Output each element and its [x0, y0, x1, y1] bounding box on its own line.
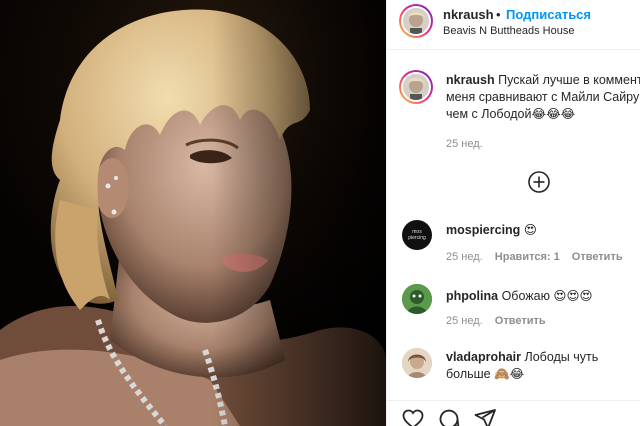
- avatar-image: [403, 74, 429, 100]
- avatar-image: [402, 348, 432, 378]
- comment-time[interactable]: 25 нед.: [446, 251, 483, 263]
- comment-body: vladaprohair Лободы чуть: [446, 349, 598, 366]
- author-avatar[interactable]: [399, 4, 433, 38]
- commenter-avatar[interactable]: [402, 348, 432, 378]
- comment-time[interactable]: 25 нед.: [446, 315, 483, 327]
- post-header: nkraush • Подписаться Beavis N Buttheads…: [387, 0, 640, 50]
- comment-body: mospiercing 😍: [446, 222, 537, 239]
- comment-username[interactable]: mospiercing: [446, 223, 520, 237]
- plus-circle-icon[interactable]: [527, 170, 551, 194]
- caption-timestamp[interactable]: 25 нед.: [446, 138, 483, 150]
- comment-username[interactable]: phpolina: [446, 289, 498, 303]
- comment-body: phpolina Обожаю 😍😍😍: [446, 288, 593, 305]
- heart-icon[interactable]: [401, 407, 425, 426]
- post-action-bar: [387, 400, 640, 426]
- post-photo[interactable]: [0, 0, 386, 426]
- paper-plane-icon[interactable]: [473, 407, 497, 426]
- caption-text-line1: Пускай лучше в коммент: [498, 73, 640, 87]
- post-caption: nkraush Пускай лучше в коммент меня срав…: [446, 72, 640, 123]
- author-username[interactable]: nkraush: [443, 7, 494, 22]
- reply-button[interactable]: Ответить: [495, 315, 546, 327]
- reply-button[interactable]: Ответить: [572, 251, 623, 263]
- post-side-panel: nkraush • Подписаться Beavis N Buttheads…: [386, 0, 640, 426]
- comment-meta: 25 нед. Ответить: [446, 315, 555, 327]
- caption-text-line2: меня сравнивают с Майли Сайру: [446, 90, 640, 104]
- comment-text-line2: больше 🙈😂: [446, 367, 525, 381]
- avatar-image: [402, 284, 432, 314]
- comment-text: 😍: [523, 223, 537, 237]
- avatar-image: [403, 8, 429, 34]
- caption-avatar[interactable]: [399, 70, 433, 104]
- comment-likes[interactable]: Нравится: 1: [495, 251, 560, 263]
- post-location[interactable]: Beavis N Buttheads House: [443, 25, 574, 37]
- follow-button[interactable]: Подписаться: [506, 7, 591, 22]
- commenter-avatar[interactable]: mos piercing: [402, 220, 432, 250]
- comment-text: Лободы чуть: [524, 350, 599, 364]
- commenter-avatar[interactable]: [402, 284, 432, 314]
- comment-text: Обожаю 😍😍😍: [501, 289, 593, 303]
- comment-username[interactable]: vladaprohair: [446, 350, 521, 364]
- portrait-image: [0, 0, 386, 426]
- comment-icon[interactable]: [437, 407, 461, 426]
- comment-meta: 25 нед. Нравится: 1 Ответить: [446, 251, 632, 263]
- caption-text-line3: чем с Лободой😂😂😂: [446, 107, 576, 121]
- caption-username[interactable]: nkraush: [446, 73, 495, 87]
- separator-dot: •: [496, 7, 501, 22]
- avatar-logo-text: mos piercing: [408, 229, 426, 241]
